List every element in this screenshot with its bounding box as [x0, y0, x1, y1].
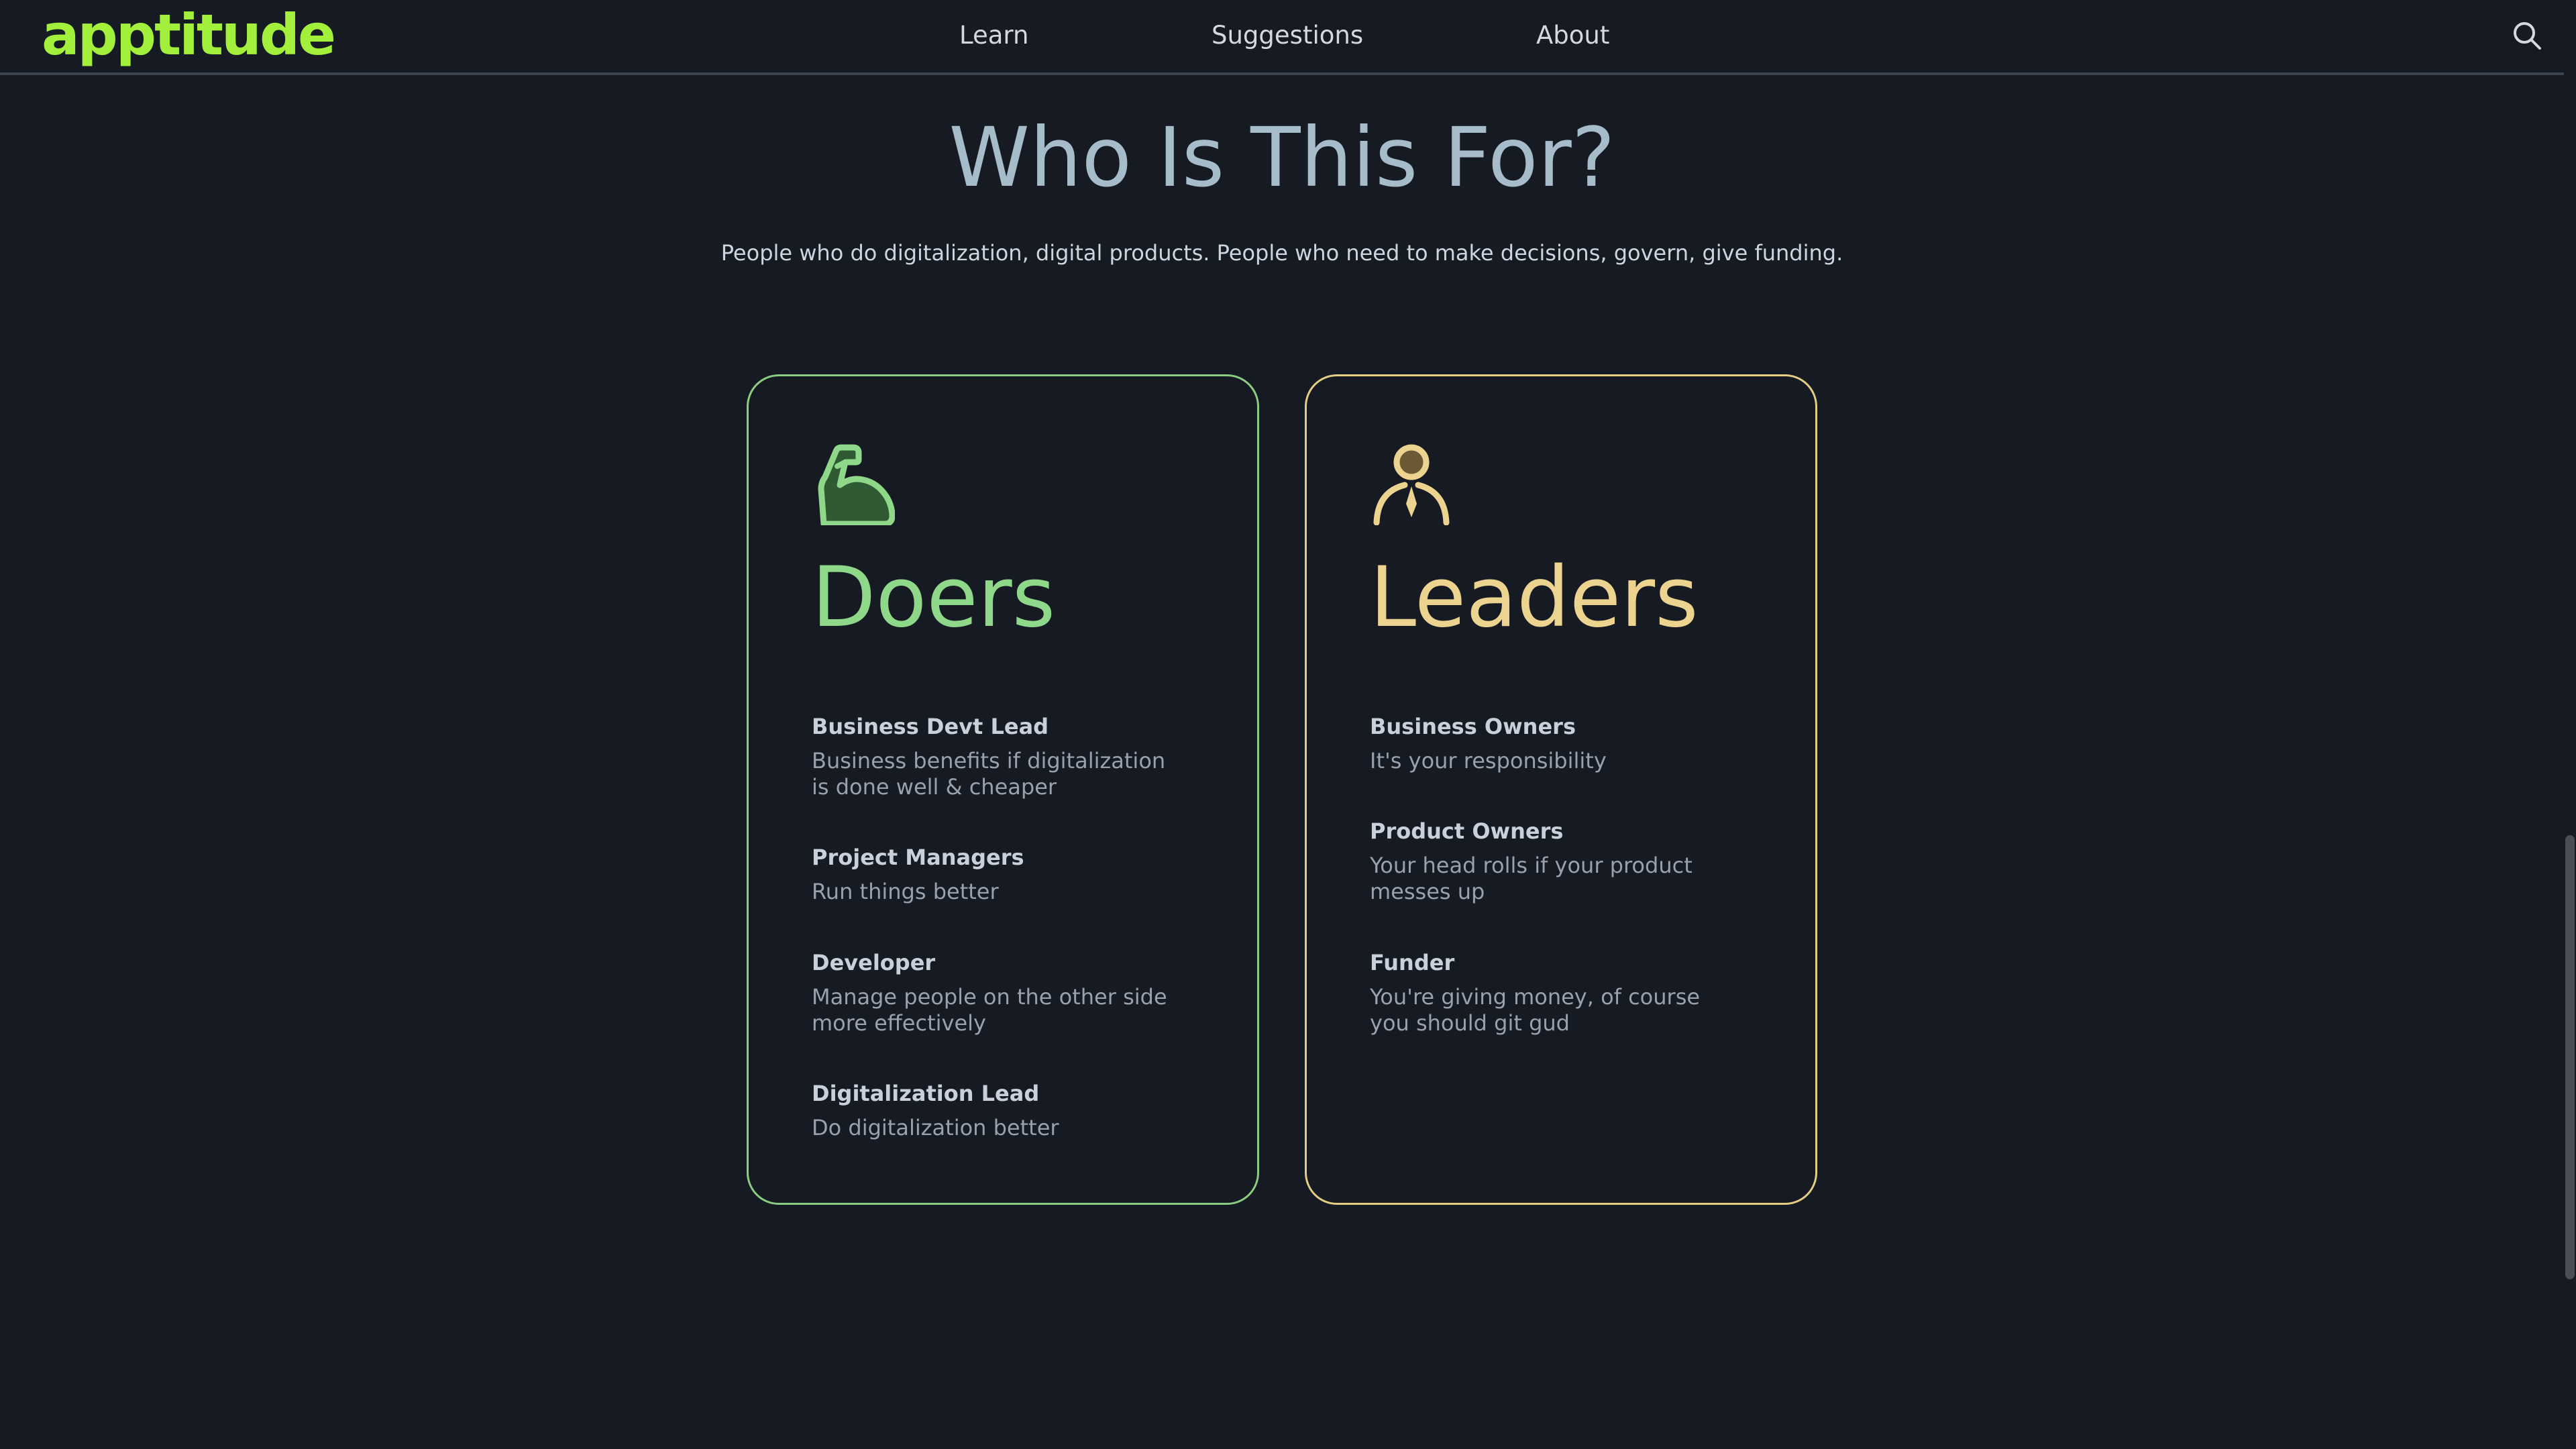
role-name: Business Owners — [1370, 714, 1576, 739]
doers-title: Doers — [812, 549, 1056, 646]
nav-link-about[interactable]: About — [1536, 19, 1609, 52]
role-name: Developer — [812, 950, 936, 975]
role-item: Product Owners Your head rolls if your p… — [1370, 816, 1746, 905]
role-name: Business Devt Lead — [812, 714, 1049, 739]
role-description: Do digitalization better — [812, 1115, 1059, 1140]
section-title: Who Is This For? — [949, 110, 1615, 205]
search-button[interactable] — [2510, 19, 2544, 52]
leaders-card: Leaders Business Owners It's your respon… — [1305, 374, 1817, 1205]
role-description: Run things better — [812, 879, 999, 904]
role-name: Digitalization Lead — [812, 1081, 1040, 1106]
apptitude-logo[interactable]: apptitude — [42, 3, 336, 67]
leaders-title: Leaders — [1370, 549, 1699, 646]
role-description: You're giving money, of course you shoul… — [1370, 984, 1701, 1036]
role-item: Business Devt Lead Business benefits if … — [812, 712, 1187, 800]
role-item: Funder You're giving money, of course yo… — [1370, 948, 1746, 1036]
role-item: Digitalization Lead Do digitalization be… — [812, 1079, 1187, 1141]
search-icon — [2514, 22, 2541, 50]
doers-card: Doers Business Devt Lead Business benefi… — [747, 374, 1259, 1205]
nav-link-suggestions[interactable]: Suggestions — [1212, 19, 1363, 52]
person-with-tie-icon — [1373, 444, 1450, 525]
top-navigation-bar: apptitude Learn Suggestions About — [0, 0, 2564, 75]
role-description: It's your responsibility — [1370, 748, 1607, 773]
flexed-arm-icon — [818, 444, 895, 525]
role-name: Project Managers — [812, 845, 1024, 870]
role-description: Manage people on the other side more eff… — [812, 984, 1167, 1036]
role-name: Funder — [1370, 950, 1455, 975]
section-subtitle: People who do digitalization, digital pr… — [720, 240, 1843, 266]
role-item: Project Managers Run things better — [812, 843, 1187, 905]
scrollbar-thumb[interactable] — [2565, 835, 2575, 1279]
role-description: Your head rolls if your product messes u… — [1370, 853, 1693, 904]
role-description: Business benefits if digitalization is d… — [812, 748, 1166, 800]
scrollbar[interactable] — [2564, 0, 2576, 1449]
role-item: Business Owners It's your responsibility — [1370, 712, 1746, 774]
role-name: Product Owners — [1370, 818, 1564, 844]
role-item: Developer Manage people on the other sid… — [812, 948, 1187, 1036]
nav-link-learn[interactable]: Learn — [959, 19, 1028, 52]
